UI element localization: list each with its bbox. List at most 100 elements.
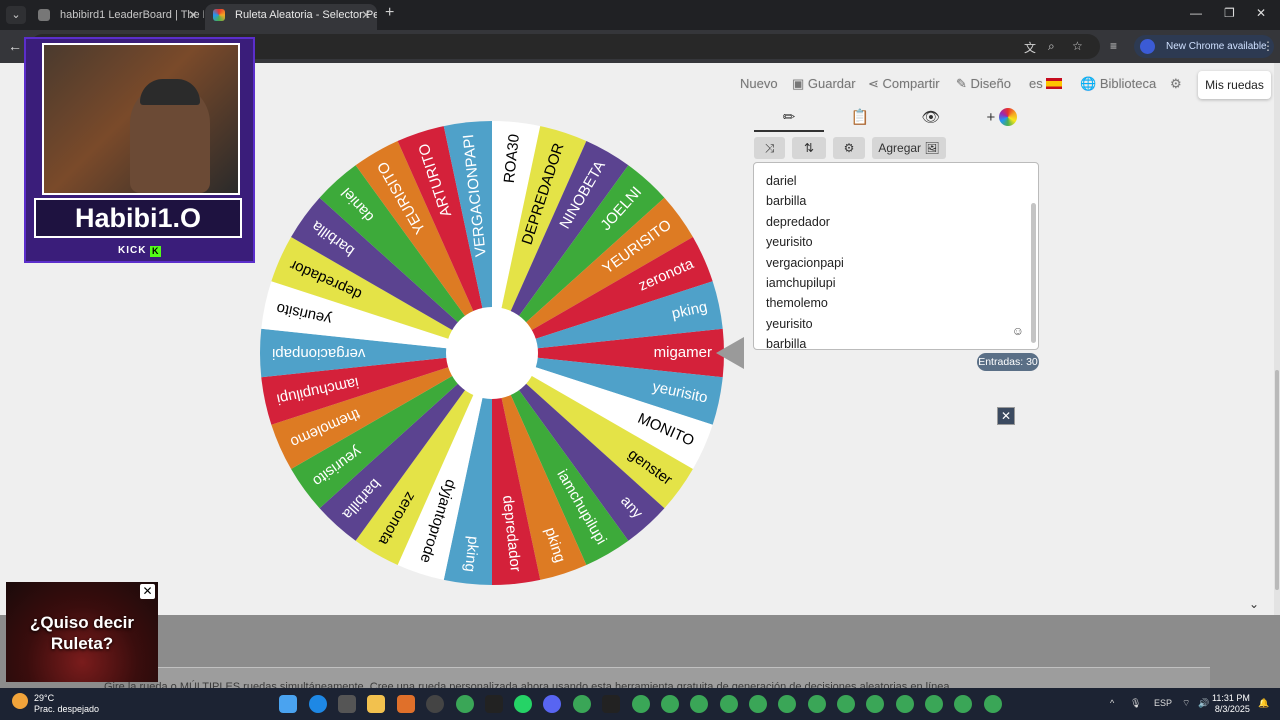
guardar-label: Guardar — [807, 76, 856, 91]
tab-leaderboard[interactable]: habibird1 LeaderBoard | The best ✕ — [30, 4, 204, 30]
chrome-icon[interactable] — [925, 695, 943, 713]
chrome-icon[interactable] — [749, 695, 767, 713]
minimize-icon[interactable]: — — [1190, 6, 1202, 20]
discord-icon[interactable] — [543, 695, 561, 713]
chrome-icon[interactable] — [573, 695, 591, 713]
system-clock[interactable]: 11:31 PM 8/3/2025 — [1212, 693, 1250, 715]
new-chrome-label: New Chrome available — [1166, 41, 1267, 52]
tab-ruleta[interactable]: Ruleta Aleatoria - Selector Person ✕ — [205, 4, 377, 30]
diseno-label: Diseño — [970, 76, 1011, 91]
page-scrollbar-thumb[interactable] — [1275, 370, 1279, 590]
clock-date: 8/3/2025 — [1214, 704, 1250, 714]
entries-count-badge: Entradas: 30 — [977, 353, 1039, 371]
tab-hide[interactable]: 👁 — [896, 104, 966, 132]
tab-close-icon[interactable]: ✕ — [361, 4, 371, 26]
clipboard-icon: 📋 — [850, 109, 870, 126]
tab-title: Ruleta Aleatoria - Selector Person — [235, 9, 377, 21]
chrome-icon[interactable] — [778, 695, 796, 713]
chrome-icon[interactable] — [896, 695, 914, 713]
chrome-icon[interactable] — [866, 695, 884, 713]
agregar-image-button[interactable]: Agregar 🖼 — [872, 137, 946, 159]
kick-logo-icon: K — [150, 246, 162, 257]
shuffle-button[interactable]: ⤨ — [754, 137, 785, 159]
sort-button[interactable]: ⇅ — [792, 137, 826, 159]
compartir-button[interactable]: ⋖ Compartir — [868, 76, 940, 92]
entries-textarea[interactable]: dariel barbilla depredador yeurisito ver… — [753, 162, 1039, 350]
chrome-icon[interactable] — [661, 695, 679, 713]
wheel-center[interactable] — [446, 307, 538, 399]
guardar-button[interactable]: ▣ Guardar — [792, 76, 856, 92]
sort-icon: ⇅ — [803, 141, 815, 155]
bookmark-star-icon[interactable]: ☆ — [1072, 39, 1083, 53]
streamer-hat — [140, 79, 200, 105]
wheel-container[interactable]: migamer yeurisito MONITO genster any iamchupi… — [257, 118, 727, 588]
wifi-icon[interactable]: ⌔ — [1182, 698, 1190, 709]
mis-ruedas-button[interactable]: Mis ruedas — [1198, 71, 1271, 99]
chrome-icon[interactable] — [632, 695, 650, 713]
chrome-icon[interactable] — [808, 695, 826, 713]
close-icon[interactable]: ✕ — [140, 584, 155, 599]
notification-bell-icon[interactable]: 🔔 — [1258, 698, 1269, 709]
start-windows-icon[interactable] — [279, 695, 297, 713]
diseno-button[interactable]: ✎ Diseño — [956, 76, 1011, 92]
tab-edit[interactable]: ✏ — [754, 104, 824, 132]
zoom-icon[interactable]: ⌕ — [1048, 39, 1055, 54]
app-icon[interactable] — [338, 695, 356, 713]
app-icon[interactable] — [397, 695, 415, 713]
app-icon[interactable] — [426, 695, 444, 713]
ad-close-icon[interactable]: ✕ — [997, 407, 1015, 425]
app-icon[interactable] — [602, 695, 620, 713]
share-icon: ⋖ — [868, 76, 883, 91]
restore-icon[interactable]: ❐ — [1224, 6, 1235, 20]
biblioteca-button[interactable]: 🌐 Biblioteca — [1080, 76, 1156, 92]
webcam-overlay: Habibi1.O KICK K — [24, 37, 255, 263]
emoji-icon[interactable]: ☺ — [1012, 324, 1024, 338]
tray-chevron-icon[interactable]: ^ — [1110, 698, 1114, 708]
shuffle-icon: ⤨ — [764, 141, 775, 155]
language-label: es — [1029, 76, 1043, 91]
microphone-icon[interactable]: 🎙 — [1130, 698, 1141, 709]
tab-results[interactable]: 📋 — [825, 104, 895, 132]
list-item: vergacionpapi — [766, 255, 844, 270]
color-wheel-icon — [999, 108, 1018, 126]
tab-search-icon[interactable]: ⌄ — [6, 6, 26, 24]
tab-add-wheel[interactable]: + — [967, 104, 1037, 132]
nuevo-button[interactable]: Nuevo — [740, 76, 778, 91]
pencil-icon: ✏ — [782, 109, 796, 126]
chrome-icon[interactable] — [954, 695, 972, 713]
language-button[interactable]: es — [1029, 76, 1063, 91]
windows-taskbar: 29°C Prac. despejado ^ 🎙 ESP ⌔ 🔊 11:31 P… — [0, 688, 1280, 720]
entries-scrollbar[interactable] — [1031, 203, 1036, 343]
chrome-icon[interactable] — [720, 695, 738, 713]
chevron-down-icon[interactable]: ⌄ — [1249, 597, 1259, 611]
app-icon[interactable] — [485, 695, 503, 713]
pencil-icon: ✎ — [956, 76, 971, 91]
volume-icon[interactable]: 🔊 — [1198, 698, 1209, 709]
new-tab-icon[interactable]: + — [385, 4, 394, 22]
chrome-icon[interactable] — [984, 695, 1002, 713]
roulette-ad[interactable]: ¿Quiso decir Ruleta? ✕ — [6, 582, 158, 682]
tab-close-icon[interactable]: ✕ — [188, 4, 198, 26]
menu-dots-icon[interactable]: ⋮ — [1262, 39, 1274, 53]
edge-icon[interactable] — [309, 695, 327, 713]
panel-tabs: ✏ 📋 👁 + — [754, 104, 1038, 132]
wheel-slice-label: migamer — [654, 344, 712, 361]
whatsapp-icon[interactable] — [514, 695, 532, 713]
ruleta-favicon-icon — [213, 9, 225, 21]
back-icon[interactable]: ← — [8, 38, 22, 54]
translate-icon[interactable]: ⽂ — [1024, 39, 1036, 56]
settings-gear-icon[interactable]: ⚙ — [1170, 76, 1182, 92]
streamer-name: Habibi1.O — [34, 198, 242, 238]
chrome-icon[interactable] — [456, 695, 474, 713]
close-window-icon[interactable]: ✕ — [1256, 6, 1266, 20]
spin-wheel[interactable]: migameryeurisitoMONITOgensteranyiamchupi… — [257, 118, 727, 588]
browser-tab-strip: ⌄ habibird1 LeaderBoard | The best ✕ Rul… — [0, 0, 1280, 30]
reading-list-icon[interactable]: ≡ — [1110, 39, 1117, 53]
chrome-icon[interactable] — [837, 695, 855, 713]
input-language[interactable]: ESP — [1154, 698, 1172, 708]
chrome-icon[interactable] — [690, 695, 708, 713]
new-chrome-available-button[interactable]: New Chrome available — [1134, 35, 1274, 58]
list-item: depredador — [766, 214, 830, 229]
advanced-settings-button[interactable]: ⚙ — [833, 137, 865, 159]
file-explorer-icon[interactable] — [367, 695, 385, 713]
